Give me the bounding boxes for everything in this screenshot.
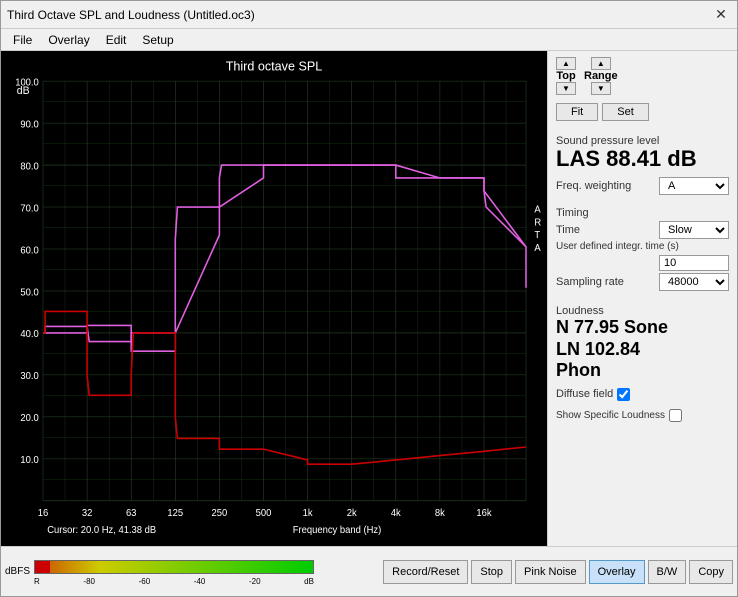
- set-button[interactable]: Set: [602, 103, 649, 121]
- pink-noise-button[interactable]: Pink Noise: [515, 560, 586, 584]
- bw-button[interactable]: B/W: [648, 560, 687, 584]
- menu-edit[interactable]: Edit: [98, 31, 135, 49]
- svg-text:32: 32: [82, 508, 92, 519]
- fit-button[interactable]: Fit: [556, 103, 598, 121]
- freq-weighting-label: Freq. weighting: [556, 180, 631, 192]
- svg-text:T: T: [534, 230, 540, 241]
- loudness-section: Loudness N 77.95 Sone LN 102.84 Phon: [556, 301, 729, 382]
- record-reset-button[interactable]: Record/Reset: [383, 560, 468, 584]
- close-button[interactable]: ✕: [711, 5, 731, 25]
- chart-area: Third octave SPL dB A R T A 100.0: [1, 51, 547, 546]
- menu-file[interactable]: File: [5, 31, 40, 49]
- time-row: Time Slow Fast: [556, 221, 729, 239]
- integr-input[interactable]: [659, 255, 729, 271]
- overlay-button[interactable]: Overlay: [589, 560, 645, 584]
- diffuse-label: Diffuse field: [556, 388, 613, 400]
- svg-text:16: 16: [38, 508, 48, 519]
- svg-text:30.0: 30.0: [20, 371, 38, 382]
- range-label: Range: [584, 70, 618, 82]
- right-panel: ▲ Top ▼ ▲ Range ▼ Fit Set Sound pressure…: [547, 51, 737, 546]
- loudness-label: Loudness: [556, 305, 729, 317]
- svg-text:R: R: [534, 217, 541, 228]
- meter-val-minus60: -60: [139, 577, 151, 586]
- sampling-select[interactable]: 48000 44100: [659, 273, 729, 291]
- svg-text:20.0: 20.0: [20, 413, 38, 424]
- cursor-label: Cursor: 20.0 Hz, 41.38 dB: [47, 525, 156, 536]
- window-title: Third Octave SPL and Loudness (Untitled.…: [7, 8, 255, 22]
- time-select[interactable]: Slow Fast: [659, 221, 729, 239]
- phon-value: Phon: [556, 360, 729, 382]
- arta-label: A: [534, 204, 541, 215]
- show-specific-checkbox[interactable]: [669, 409, 682, 422]
- buttons-section: Record/Reset Stop Pink Noise Overlay B/W…: [379, 547, 737, 596]
- svg-text:1k: 1k: [303, 508, 313, 519]
- range-down-button[interactable]: ▼: [591, 82, 611, 95]
- title-bar: Third Octave SPL and Loudness (Untitled.…: [1, 1, 737, 29]
- y-label-100: 100.0: [15, 77, 39, 88]
- spl-value: LAS 88.41 dB: [556, 147, 729, 171]
- svg-text:63: 63: [126, 508, 136, 519]
- svg-text:10.0: 10.0: [20, 455, 38, 466]
- show-specific-label: Show Specific Loudness: [556, 410, 665, 421]
- freq-weighting-row: Freq. weighting A C Z: [556, 177, 729, 195]
- x-axis-label: Frequency band (Hz): [293, 525, 382, 536]
- svg-text:4k: 4k: [391, 508, 401, 519]
- ln-value: LN 102.84: [556, 339, 729, 361]
- svg-text:90.0: 90.0: [20, 119, 38, 130]
- chart-svg: Third octave SPL dB A R T A 100.0: [1, 51, 547, 546]
- svg-text:2k: 2k: [347, 508, 357, 519]
- svg-text:40.0: 40.0: [20, 329, 38, 340]
- main-content: Third octave SPL dB A R T A 100.0: [1, 51, 737, 546]
- svg-text:A: A: [534, 243, 541, 254]
- bottom-bar: dBFS R -80: [1, 546, 737, 596]
- svg-text:250: 250: [212, 508, 228, 519]
- svg-text:60.0: 60.0: [20, 245, 38, 256]
- svg-text:80.0: 80.0: [20, 161, 38, 172]
- meter-val-minus20: -20: [249, 577, 261, 586]
- sampling-label: Sampling rate: [556, 276, 624, 288]
- spl-section: Sound pressure level LAS 88.41 dB: [556, 131, 729, 171]
- range-up-button[interactable]: ▲: [591, 57, 611, 70]
- sampling-row: Sampling rate 48000 44100: [556, 273, 729, 291]
- show-specific-row: Show Specific Loudness: [556, 409, 729, 422]
- svg-text:50.0: 50.0: [20, 287, 38, 298]
- svg-text:16k: 16k: [476, 508, 491, 519]
- dbfs-label: dBFS: [5, 566, 30, 577]
- meter-val-minus80: -80: [83, 577, 95, 586]
- menu-bar: File Overlay Edit Setup: [1, 29, 737, 51]
- top-label: Top: [556, 70, 575, 82]
- chart-title: Third octave SPL: [226, 58, 323, 73]
- meter-val-minus40: -40: [194, 577, 206, 586]
- freq-weighting-select[interactable]: A C Z: [659, 177, 729, 195]
- copy-button[interactable]: Copy: [689, 560, 733, 584]
- top-up-button[interactable]: ▲: [556, 57, 576, 70]
- svg-text:70.0: 70.0: [20, 203, 38, 214]
- time-label: Time: [556, 224, 580, 236]
- main-window: Third Octave SPL and Loudness (Untitled.…: [0, 0, 738, 597]
- dbfs-section: dBFS R -80: [1, 547, 379, 596]
- meter-val-r: R: [34, 577, 40, 586]
- menu-setup[interactable]: Setup: [134, 31, 181, 49]
- menu-overlay[interactable]: Overlay: [40, 31, 97, 49]
- stop-button[interactable]: Stop: [471, 560, 512, 584]
- integr-row: User defined integr. time (s): [556, 241, 729, 271]
- diffuse-field-row: Diffuse field: [556, 388, 729, 401]
- timing-label: Timing: [556, 207, 729, 219]
- timing-section: Timing Time Slow Fast User defined integ…: [556, 203, 729, 293]
- n-value: N 77.95 Sone: [556, 317, 729, 339]
- svg-text:8k: 8k: [435, 508, 445, 519]
- svg-text:125: 125: [167, 508, 183, 519]
- svg-text:500: 500: [256, 508, 272, 519]
- integr-label: User defined integr. time (s): [556, 241, 679, 253]
- top-down-button[interactable]: ▼: [556, 82, 576, 95]
- diffuse-checkbox[interactable]: [617, 388, 630, 401]
- meter-val-db: dB: [304, 577, 314, 586]
